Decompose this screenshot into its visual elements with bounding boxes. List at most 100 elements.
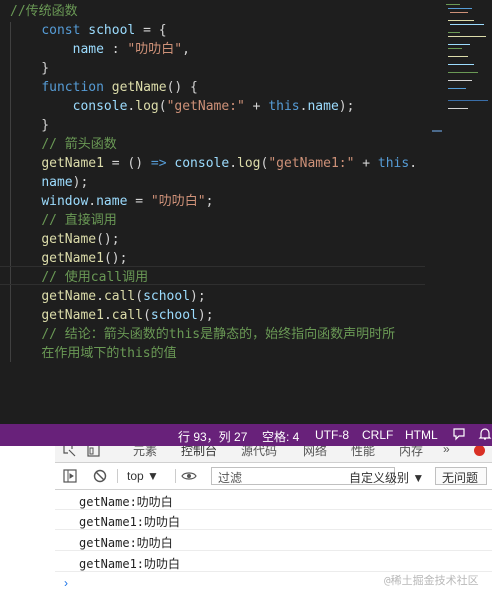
- clear-console-icon[interactable]: [93, 469, 107, 486]
- code-token: :: [103, 42, 128, 57]
- code-token: ();: [103, 251, 128, 266]
- code-token: const: [41, 23, 81, 38]
- code-token: }: [10, 118, 50, 133]
- code-token: =: [127, 194, 151, 209]
- code-token: name: [96, 194, 128, 209]
- context-value: top: [127, 469, 144, 483]
- tab-elements[interactable]: 元素: [133, 446, 157, 459]
- code-editor[interactable]: //传统函数 const school = { name : "叻叻白", } …: [0, 0, 492, 424]
- code-line: getName1 = () => console.log("getName1:"…: [10, 154, 417, 173]
- scrollbar-marker[interactable]: [432, 130, 442, 132]
- code-line: console.log("getName:" + this.name);: [10, 97, 355, 116]
- code-token: =>: [150, 156, 167, 171]
- code-token: }: [10, 61, 50, 76]
- code-token: call: [111, 308, 144, 323]
- code-token: name: [72, 42, 104, 57]
- log-message: getName:叻叻白: [79, 536, 173, 550]
- tab-network[interactable]: 网络: [303, 446, 327, 459]
- code-line: getName();: [10, 230, 120, 249]
- code-token: (: [135, 289, 144, 304]
- live-expression-eye-icon[interactable]: [181, 469, 197, 486]
- code-line: const school = {: [10, 21, 167, 40]
- console-log-row: getName1:叻叻白: [55, 510, 492, 530]
- issues-label: 无问题: [442, 471, 479, 485]
- tab-sources[interactable]: 源代码: [241, 446, 277, 459]
- tab-console[interactable]: 控制台: [181, 446, 217, 459]
- tab-performance[interactable]: 性能: [351, 446, 375, 459]
- context-selector[interactable]: top ▼: [127, 469, 159, 483]
- code-token: +: [354, 156, 378, 171]
- code-line: window.name = "叻叻白";: [10, 192, 213, 211]
- code-token: //传统函数: [10, 4, 78, 19]
- log-level-dropdown[interactable]: 自定义级别 ▼: [349, 469, 424, 486]
- code-token: getName1: [41, 251, 104, 266]
- code-line: name);: [10, 173, 88, 192]
- code-line: getName.call(school);: [10, 287, 206, 306]
- notifications-bell-icon[interactable]: [478, 427, 492, 444]
- code-line: // 直接调用: [10, 211, 116, 230]
- code-line: 在作用域下的this的值: [10, 344, 177, 363]
- console-log-row: getName1:叻叻白: [55, 552, 492, 572]
- code-token: .: [88, 194, 97, 209]
- toolbar-divider: [175, 469, 176, 483]
- console-prompt[interactable]: ›: [64, 576, 68, 590]
- more-tabs-button[interactable]: »: [443, 446, 450, 456]
- code-line: }: [10, 116, 49, 135]
- code-token: ();: [96, 232, 120, 247]
- code-line: // 箭头函数: [10, 135, 117, 154]
- indentation-setting[interactable]: 空格: 4: [262, 428, 299, 445]
- code-token: getName: [41, 232, 97, 247]
- code-token: .: [103, 308, 112, 323]
- sidebar-toggle-icon[interactable]: [63, 469, 77, 486]
- code-token: 在作用域下的this的值: [41, 346, 177, 361]
- language-mode[interactable]: HTML: [405, 428, 438, 442]
- code-line: // 使用call调用: [10, 268, 148, 287]
- code-line: getName1.call(school);: [10, 306, 213, 325]
- log-message: getName:叻叻白: [79, 495, 173, 509]
- code-token: "getName:": [166, 99, 245, 114]
- code-line: getName1();: [10, 249, 127, 268]
- code-token: school: [143, 289, 191, 304]
- code-token: ;: [205, 194, 214, 209]
- inspect-element-icon[interactable]: [63, 446, 76, 460]
- cursor-position[interactable]: 行 93，列 27: [178, 428, 247, 445]
- feedback-icon[interactable]: [452, 427, 466, 444]
- minimap[interactable]: [440, 0, 492, 140]
- code-token: = {: [135, 23, 167, 38]
- code-token: = (): [103, 156, 151, 171]
- code-token: );: [338, 99, 355, 114]
- code-token: name: [307, 99, 339, 114]
- issues-button[interactable]: 无问题: [435, 467, 487, 485]
- devtools-left-margin: [0, 446, 55, 599]
- code-token: school: [150, 308, 198, 323]
- filter-placeholder: 过滤: [218, 471, 243, 485]
- code-token: log: [135, 99, 159, 114]
- code-token: window: [41, 194, 89, 209]
- code-token: "getName1:": [268, 156, 355, 171]
- code-token: .: [409, 156, 418, 171]
- code-token: );: [190, 289, 206, 304]
- encoding-setting[interactable]: UTF-8: [315, 428, 349, 442]
- code-token: getName1: [41, 156, 104, 171]
- watermark-text: @稀土掘金技术社区: [384, 574, 479, 587]
- code-token: console: [174, 156, 230, 171]
- log-message: getName1:叻叻白: [79, 557, 181, 571]
- device-toggle-icon[interactable]: [87, 446, 100, 460]
- code-token: );: [72, 175, 89, 190]
- tab-memory[interactable]: 内存: [399, 446, 423, 459]
- error-icon[interactable]: [473, 446, 486, 460]
- console-toolbar: top ▼ 过滤 自定义级别 ▼ 无问题: [55, 463, 492, 490]
- code-token: // 箭头函数: [41, 137, 117, 152]
- log-message: getName1:叻叻白: [79, 515, 181, 529]
- code-line: function getName() {: [10, 78, 198, 97]
- eol-setting[interactable]: CRLF: [362, 428, 393, 442]
